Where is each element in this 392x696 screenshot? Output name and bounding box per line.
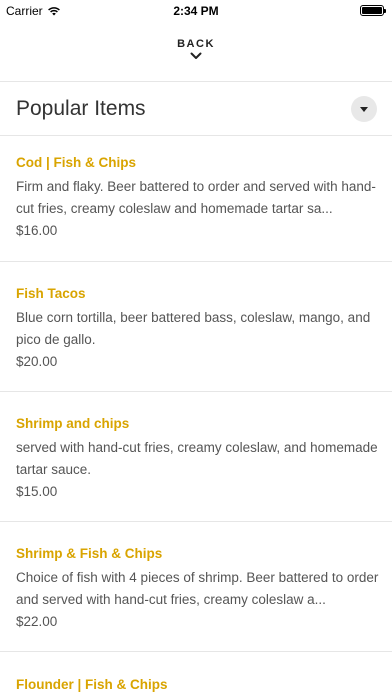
item-price: $16.00 [16,223,58,238]
section-title: Popular Items [16,97,146,120]
item-description: Blue corn tortilla, beer battered bass, … [16,310,371,347]
menu-item[interactable]: Shrimp & Fish & Chips Choice of fish wit… [0,522,392,651]
item-name: Flounder | Fish & Chips [16,677,168,692]
battery-icon [360,5,386,16]
menu-item[interactable]: Shrimp and chips served with hand-cut fr… [0,392,392,521]
item-description: Firm and flaky. Beer battered to order a… [16,179,376,216]
menu-item[interactable]: Flounder | Fish & Chips [0,652,392,696]
item-name: Fish Tacos [16,286,86,301]
item-price: $20.00 [16,354,58,369]
back-button[interactable]: BACK [0,38,392,60]
status-time: 2:34 PM [173,4,219,18]
item-description: Choice of fish with 4 pieces of shrimp. … [16,570,379,607]
triangle-down-icon [360,106,368,112]
back-label: BACK [177,38,215,50]
chevron-down-icon [190,52,202,59]
item-name: Shrimp and chips [16,416,130,431]
item-price: $15.00 [16,484,58,499]
item-name: Shrimp & Fish & Chips [16,546,163,561]
menu-item[interactable]: Cod | Fish & Chips Firm and flaky. Beer … [0,136,392,261]
section-toggle-button[interactable] [351,96,377,122]
item-price: $22.00 [16,614,58,629]
item-name: Cod | Fish & Chips [16,155,137,170]
status-bar: Carrier 2:34 PM [0,0,392,22]
item-description: served with hand-cut fries, creamy coles… [16,440,378,477]
menu-item[interactable]: Fish Tacos Blue corn tortilla, beer batt… [0,262,392,391]
section-header: Popular Items [0,82,392,136]
